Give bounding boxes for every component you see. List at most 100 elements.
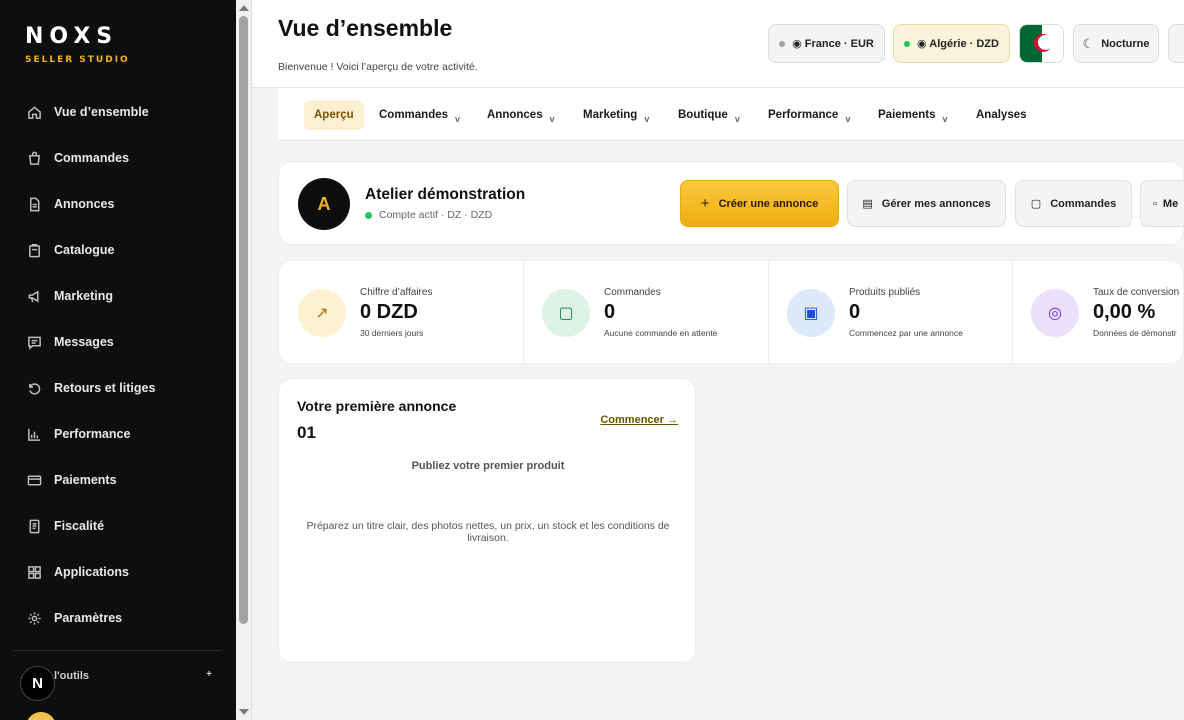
orders-label: Commandes [1050, 197, 1117, 210]
product-icon: ▣ [787, 289, 835, 337]
active-dot-icon [904, 40, 911, 47]
kpi-sub: Commencez par une annonce [849, 328, 963, 338]
bag-icon [26, 150, 42, 166]
first-listing-card: Votre première annonce 01 Commencer → Pu… [278, 378, 696, 663]
sidebar: NOXS SELLER STUDIO Vue d’ensemble Comman… [0, 0, 236, 720]
header-extra-button[interactable] [1168, 24, 1184, 63]
sidebar-item-label: Annonces [54, 197, 115, 211]
brand-name: NOXS [25, 24, 119, 49]
kpi-label: Commandes [604, 287, 661, 298]
scroll-thumb[interactable] [239, 16, 248, 624]
kpi-label: Chiffre d’affaires [360, 287, 433, 298]
theme-toggle-button[interactable]: ☾ Nocturne [1073, 24, 1159, 63]
kpi-orders: ▢ Commandes 0 Aucune commande en attente [523, 261, 768, 365]
tab-label: Analyses [976, 109, 1027, 121]
shop-status-text: Compte actif · DZ · DZD [379, 209, 493, 221]
kpi-value: 0 [604, 301, 616, 323]
sidebar-item-label: Catalogue [54, 243, 115, 257]
kpi-revenue: ↗ Chiffre d’affaires 0 DZD 30 derniers j… [279, 261, 523, 365]
grid-icon [26, 564, 42, 580]
sidebar-item-label: Applications [54, 565, 130, 579]
chat-icon [26, 334, 42, 350]
more-action-label: Me [1162, 197, 1179, 210]
tools-expand-icon[interactable]: + [206, 669, 212, 680]
market-algeria-button[interactable]: ◉ Algérie · DZD [893, 24, 1010, 63]
kpi-published-products: ▣ Produits publiés 0 Commencez par une a… [768, 261, 1012, 365]
start-link[interactable]: Commencer → [600, 414, 678, 426]
orders-button[interactable]: ▢ Commandes [1015, 180, 1132, 227]
tab-label: Aperçu [314, 109, 354, 121]
target-icon: ◎ [1031, 289, 1079, 337]
tab-label: Commandes [379, 109, 449, 121]
shop-avatar[interactable]: A [298, 178, 350, 230]
tab-marketing[interactable]: Marketing v [583, 100, 649, 130]
chevron-down-icon: v [942, 114, 948, 124]
tab-listings[interactable]: Annonces v [487, 100, 555, 130]
moon-icon: ☾ [1082, 35, 1095, 51]
n-badge[interactable]: N [20, 666, 55, 701]
page-header: Vue d’ensemble Bienvenue ! Voici l’aperç… [252, 0, 1184, 88]
create-listing-label: Créer une annonce [718, 197, 819, 210]
kpi-value: 0,00 % [1093, 301, 1156, 323]
sidebar-item-catalog[interactable]: Catalogue [14, 231, 222, 269]
clipboard-icon [26, 242, 42, 258]
sidebar-item-settings[interactable]: Paramètres [14, 599, 222, 637]
shop-status: Compte actif · DZ · DZD [365, 209, 492, 221]
sidebar-item-payments[interactable]: Paiements [14, 461, 222, 499]
tab-label: Performance [768, 109, 839, 121]
sidebar-item-label: Paramètres [54, 611, 123, 625]
tab-orders[interactable]: Commandes v [379, 100, 460, 130]
kpi-value: 0 [849, 301, 861, 323]
sidebar-item-label: Retours et litiges [54, 381, 156, 395]
kpi-value: 0 DZD [360, 301, 418, 323]
sidebar-item-label: Messages [54, 335, 114, 349]
tab-payments[interactable]: Paiements v [878, 100, 948, 130]
chevron-down-icon: v [845, 114, 851, 124]
user-avatar[interactable] [26, 712, 56, 720]
scroll-down-arrow-icon[interactable] [239, 709, 249, 715]
manage-listings-label: Gérer mes annonces [881, 197, 991, 210]
megaphone-icon [26, 288, 42, 304]
sidebar-item-marketing[interactable]: Marketing [14, 277, 222, 315]
sidebar-item-applications[interactable]: Applications [14, 553, 222, 591]
shop-name: Atelier démonstration [365, 186, 526, 203]
bar-chart-icon [26, 426, 42, 442]
tab-shop[interactable]: Boutique v [678, 100, 740, 130]
home-icon [26, 104, 42, 120]
kpi-label: Taux de conversion [1093, 287, 1180, 298]
sidebar-item-returns[interactable]: Retours et litiges [14, 369, 222, 407]
scroll-up-arrow-icon[interactable] [239, 5, 249, 11]
inactive-dot-icon [779, 40, 786, 47]
first-listing-step-number: 01 [297, 423, 316, 442]
create-listing-button[interactable]: + Créer une annonce [680, 180, 839, 227]
shop-card: A Atelier démonstration Compte actif · D… [278, 161, 1184, 245]
brand[interactable]: NOXS SELLER STUDIO [25, 24, 130, 65]
chevron-down-icon: v [734, 114, 740, 124]
tab-analytics[interactable]: Analyses [976, 100, 1027, 130]
status-dot-icon [365, 211, 372, 219]
first-listing-description: Préparez un titre clair, des photos nett… [306, 520, 670, 544]
sidebar-scrollbar[interactable] [236, 0, 252, 720]
sidebar-item-performance[interactable]: Performance [14, 415, 222, 453]
sidebar-item-label: Vue d’ensemble [54, 105, 149, 119]
tab-label: Boutique [678, 109, 728, 121]
chevron-down-icon: v [644, 114, 650, 124]
chevron-down-icon: v [549, 114, 555, 124]
sidebar-item-orders[interactable]: Commandes [14, 139, 222, 177]
more-action-button[interactable]: ▫ Me [1140, 180, 1184, 227]
list-icon: ▤ [862, 198, 873, 210]
market-france-label: ◉ France · EUR [792, 38, 874, 50]
sidebar-item-messages[interactable]: Messages [14, 323, 222, 361]
sidebar-item-label: Commandes [54, 151, 130, 165]
sidebar-item-label: Fiscalité [54, 519, 105, 533]
manage-listings-button[interactable]: ▤ Gérer mes annonces [847, 180, 1006, 227]
kpi-card: ↗ Chiffre d’affaires 0 DZD 30 derniers j… [278, 260, 1184, 365]
sidebar-item-taxes[interactable]: Fiscalité [14, 507, 222, 545]
sidebar-item-listings[interactable]: Annonces [14, 185, 222, 223]
market-france-button[interactable]: ◉ France · EUR [768, 24, 885, 63]
tab-overview[interactable]: Aperçu [304, 100, 364, 130]
tab-performance[interactable]: Performance v [768, 100, 850, 130]
algeria-flag-icon[interactable] [1019, 24, 1064, 63]
box-icon: ▢ [542, 289, 590, 337]
sidebar-item-overview[interactable]: Vue d’ensemble [14, 93, 222, 131]
